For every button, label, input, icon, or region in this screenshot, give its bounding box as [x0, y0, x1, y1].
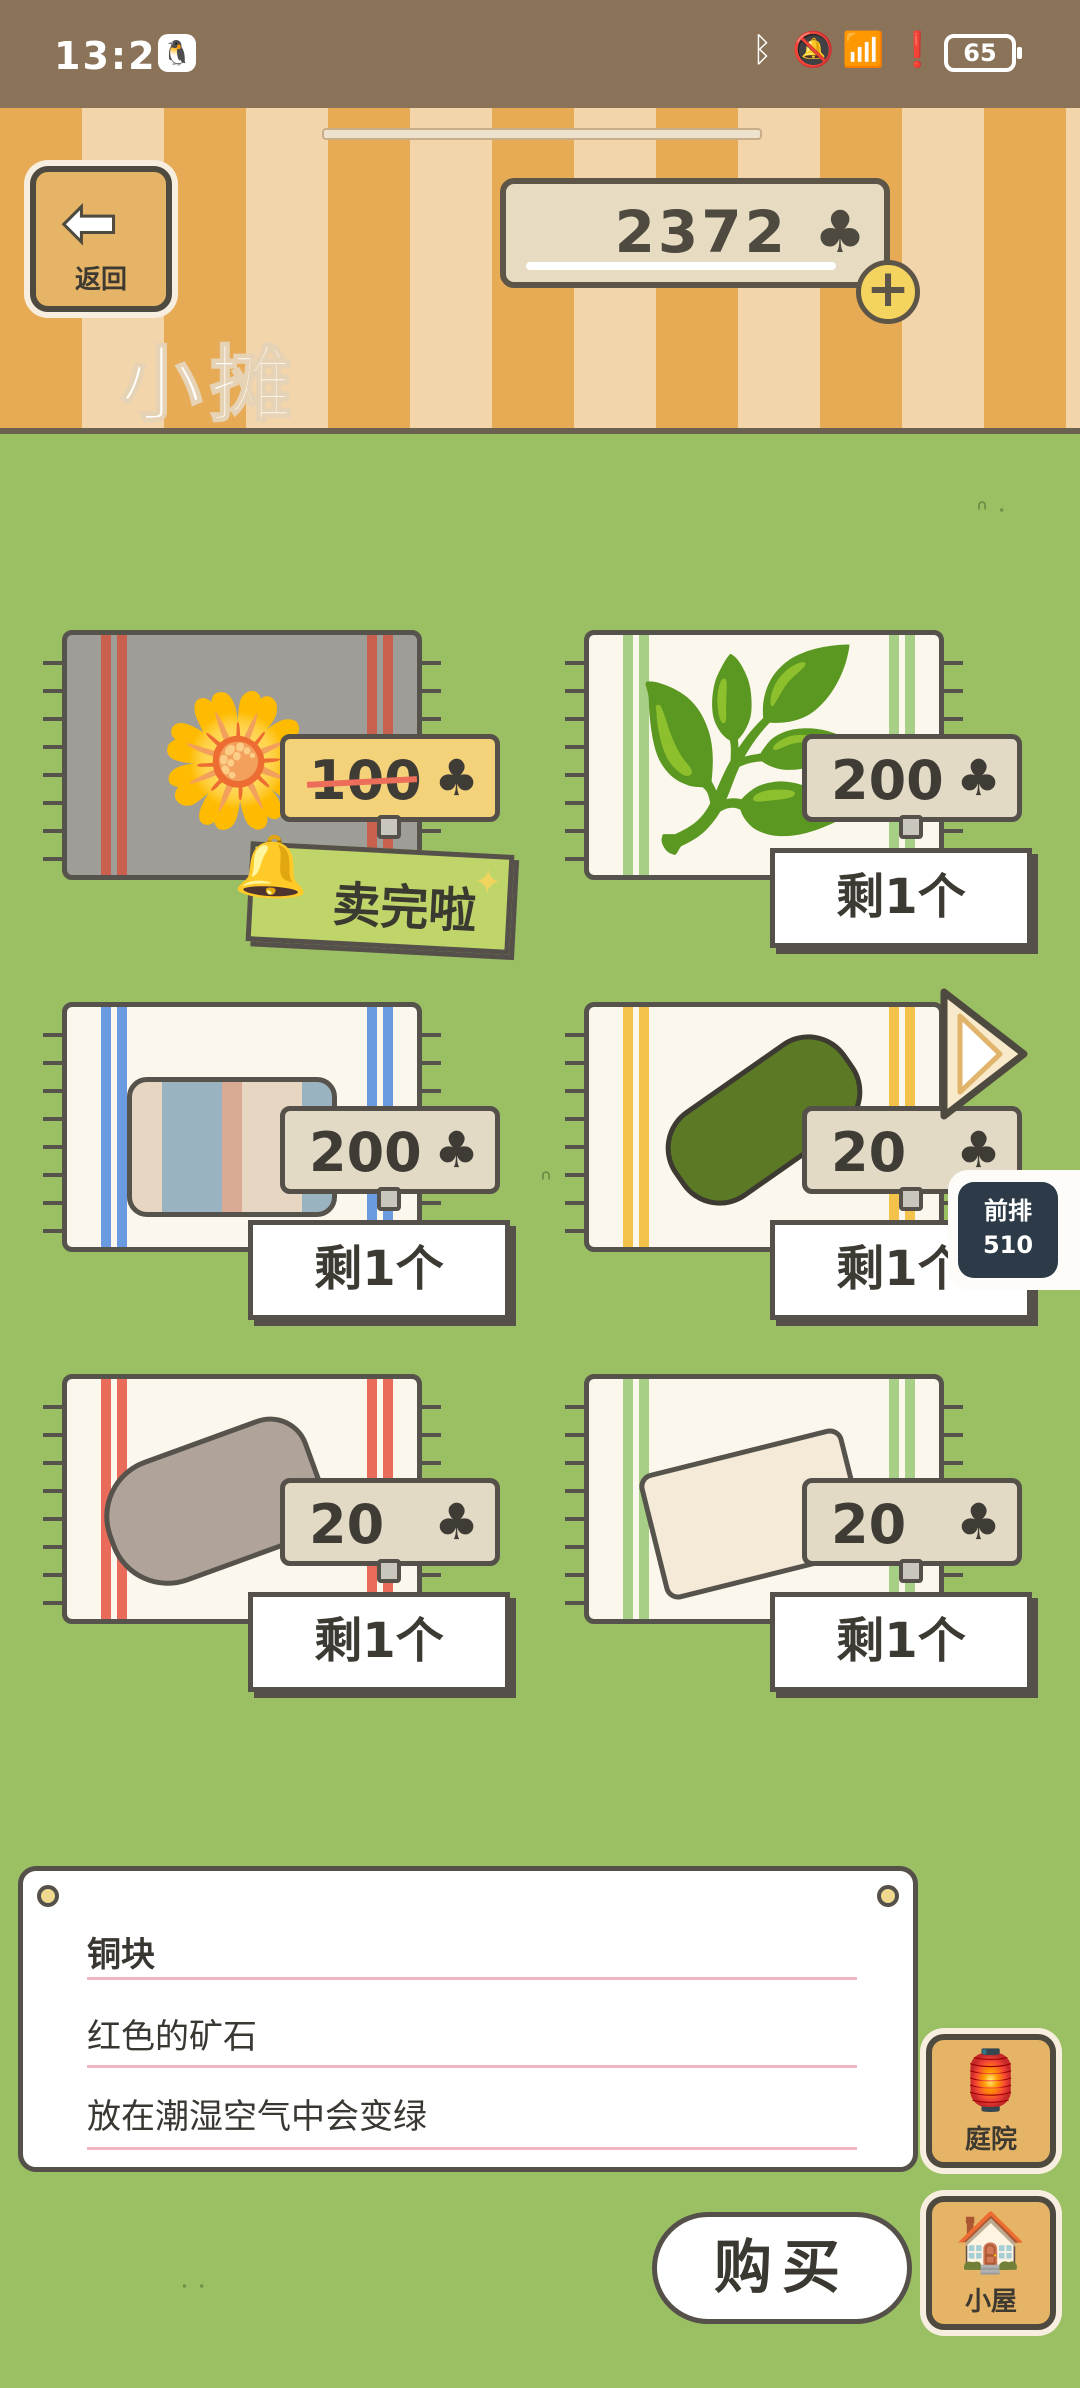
- wifi-icon: 📶: [842, 30, 885, 70]
- tag-pin: [377, 815, 401, 839]
- rug-stripe: [623, 1379, 633, 1619]
- price-tag: 100 ♣: [280, 734, 500, 839]
- clover-icon: ♣: [434, 1493, 479, 1551]
- price-value: 20: [309, 1493, 385, 1556]
- clover-icon: ♣: [956, 1493, 1001, 1551]
- stock-label: 剩1个: [770, 1592, 1032, 1692]
- rug-fringe: [565, 1017, 587, 1239]
- add-currency-button[interactable]: +: [856, 260, 920, 324]
- currency-display: 2372 ♣: [500, 178, 890, 288]
- yard-icon: 🏮: [954, 2046, 1028, 2114]
- item-description-panel: 铜块 红色的矿石 放在潮湿空气中会变绿: [18, 1866, 918, 2172]
- currency-amount: 2372: [614, 198, 788, 266]
- drag-handle: [322, 128, 762, 140]
- stock-label: 剩1个: [248, 1592, 510, 1692]
- page-title: 小摊: [119, 337, 301, 434]
- side-floating-badge[interactable]: 前排 510: [948, 1170, 1080, 1290]
- house-label: 小屋: [964, 2287, 1017, 2317]
- rug-stripe: [101, 1007, 111, 1247]
- status-bar: 13:24 🐧 ᛒ 🔕 📶 ❗ 65: [0, 0, 1080, 108]
- description-title: 铜块: [87, 1935, 155, 1975]
- tag-pin: [899, 815, 923, 839]
- price-tag: 20 ♣: [280, 1478, 500, 1583]
- price-value: 200: [831, 749, 944, 812]
- ruled-line: [87, 2147, 857, 2150]
- badge-line2: 510: [982, 1231, 1034, 1259]
- rug-stripe: [117, 635, 127, 875]
- stock-label: 剩1个: [770, 848, 1032, 948]
- rug-stripe: [639, 1007, 649, 1247]
- rug-fringe: [43, 645, 65, 867]
- battery-indicator: 65: [944, 34, 1022, 72]
- shine-decoration: [526, 262, 836, 270]
- qq-icon: 🐧: [158, 34, 196, 72]
- price-value: 20: [831, 1493, 907, 1556]
- price-tag: 20 ♣: [802, 1478, 1022, 1583]
- arrow-left-icon: ⬅: [60, 183, 118, 263]
- badge-line1: 前排: [984, 1197, 1032, 1225]
- price-value: 20: [831, 1121, 907, 1184]
- rug-stripe: [101, 635, 111, 875]
- clover-icon: ♣: [434, 749, 479, 807]
- clover-icon: ♣: [814, 198, 866, 266]
- description-line-2: 放在潮湿空气中会变绿: [87, 2097, 427, 2137]
- mute-icon: 🔕: [792, 30, 835, 70]
- grass-decoration: ᐢ: [540, 1164, 552, 1199]
- tag-pin: [899, 1559, 923, 1583]
- description-line-1: 红色的矿石: [87, 2017, 257, 2057]
- rug-stripe: [623, 1007, 633, 1247]
- grass-decoration: ᐢ ᐧ: [976, 494, 1005, 529]
- bell-icon: 🔔: [232, 830, 311, 905]
- clover-icon: ♣: [434, 1121, 479, 1179]
- rug-stripe: [117, 1007, 127, 1247]
- ruled-line: [87, 1977, 857, 1980]
- sold-out-label: 卖完啦: [331, 876, 478, 941]
- back-label: 返回: [74, 265, 127, 295]
- price-value: 200: [309, 1121, 422, 1184]
- ruled-line: [87, 2065, 857, 2068]
- rug-fringe: [565, 645, 587, 867]
- pin-dot: [877, 1885, 899, 1907]
- rug-fringe: [43, 1389, 65, 1611]
- back-button[interactable]: ⬅ 返回: [30, 166, 172, 312]
- alert-icon: ❗: [896, 30, 939, 70]
- bluetooth-icon: ᛒ: [752, 30, 773, 70]
- stock-label: 剩1个: [248, 1220, 510, 1320]
- buy-button[interactable]: 购买: [652, 2212, 912, 2324]
- yard-button[interactable]: 🏮 庭院: [926, 2034, 1056, 2168]
- sold-out-banner: 🔔 卖完啦 ✦: [233, 830, 515, 955]
- grass-decoration: ᐧ ᐧ: [180, 2270, 205, 2305]
- rug-fringe: [43, 1017, 65, 1239]
- badge-inner: 前排 510: [958, 1182, 1058, 1278]
- sparkle-icon: ✦: [472, 861, 503, 904]
- house-button[interactable]: 🏠 小屋: [926, 2196, 1056, 2330]
- clover-icon: ♣: [956, 749, 1001, 807]
- house-icon: 🏠: [954, 2208, 1028, 2276]
- pin-dot: [37, 1885, 59, 1907]
- rug-fringe: [565, 1389, 587, 1611]
- next-page-arrow-icon[interactable]: [938, 986, 1030, 1122]
- price-tag: 200 ♣: [802, 734, 1022, 839]
- price-tag: 200 ♣: [280, 1106, 500, 1211]
- tag-pin: [377, 1187, 401, 1211]
- tag-pin: [377, 1559, 401, 1583]
- tag-pin: [899, 1187, 923, 1211]
- yard-label: 庭院: [964, 2125, 1017, 2155]
